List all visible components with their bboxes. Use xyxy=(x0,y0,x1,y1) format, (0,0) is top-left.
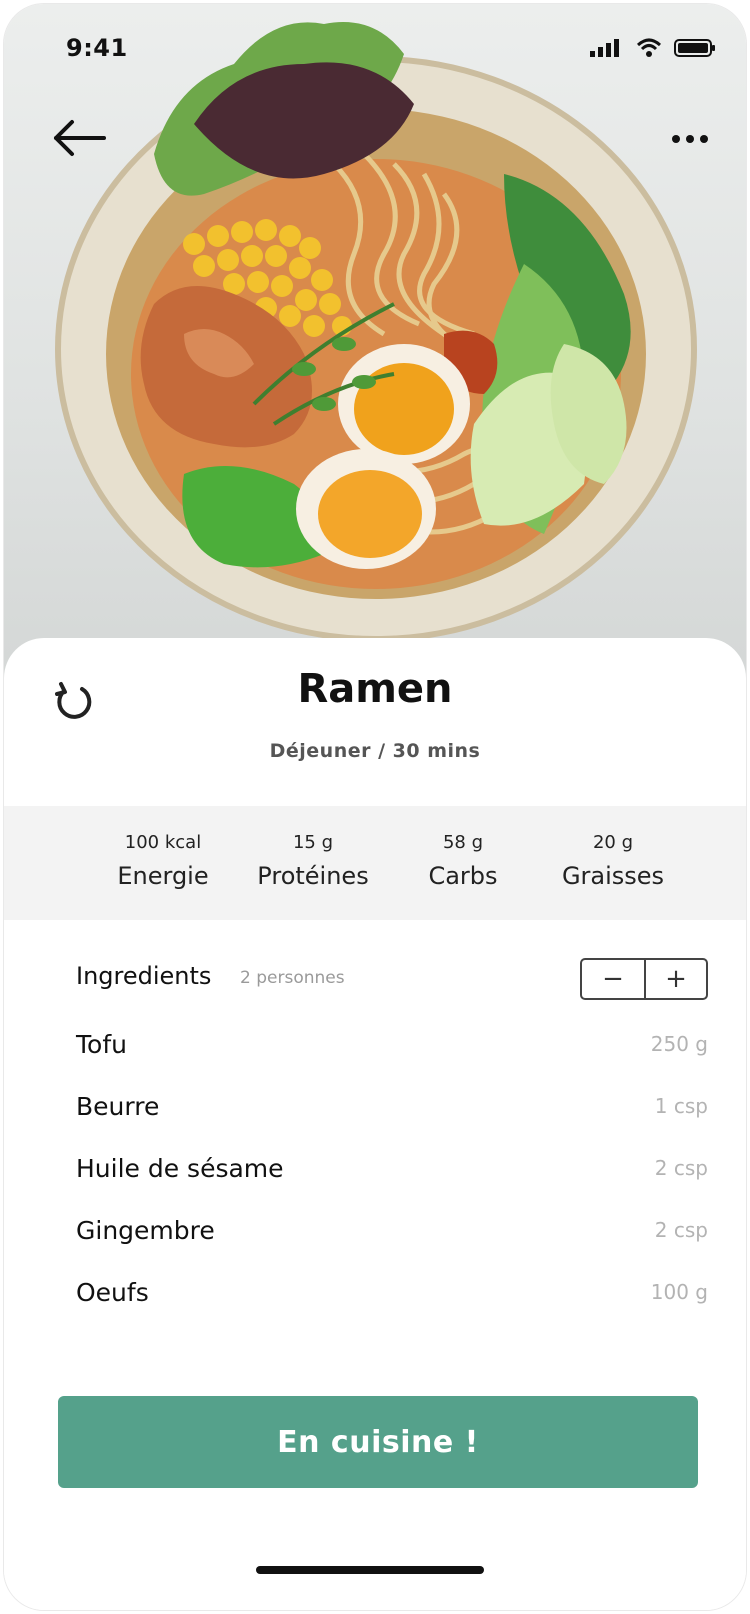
phone-screen: 9:41 Ramen Déjeuner / 30 mins 100 kcal E… xyxy=(4,4,746,1610)
nutrition-label: Graisses xyxy=(561,862,665,890)
back-button[interactable] xyxy=(48,116,108,160)
nutrition-label: Energie xyxy=(117,862,209,890)
ingredient-name: Huile de sésame xyxy=(76,1154,284,1183)
status-icons xyxy=(588,38,716,58)
nutrition-value: 15 g xyxy=(292,832,334,853)
nutrition-label: Protéines xyxy=(257,862,369,890)
more-horizontal-icon xyxy=(672,135,708,143)
ingredient-quantity: 250 g xyxy=(650,1032,708,1056)
recipe-title: Ramen xyxy=(297,666,453,712)
battery-icon xyxy=(674,39,715,57)
nutrition-summary: 100 kcal Energie 15 g Protéines 58 g Car… xyxy=(4,806,746,920)
nutrition-value: 20 g xyxy=(592,832,634,853)
nutrition-item-carbs: 58 g Carbs xyxy=(388,830,538,890)
wifi-icon xyxy=(636,38,662,57)
increase-servings-button[interactable]: + xyxy=(644,960,706,998)
recipe-subtitle: Déjeuner / 30 mins xyxy=(269,740,481,762)
home-indicator[interactable] xyxy=(256,1566,484,1574)
ramen-bowl-illustration xyxy=(55,22,697,642)
nutrition-item-proteins: 15 g Protéines xyxy=(238,830,388,890)
ingredient-row: Tofu 250 g xyxy=(76,1020,716,1082)
ingredient-name: Beurre xyxy=(76,1092,160,1121)
more-options-button[interactable] xyxy=(662,122,718,156)
ingredient-name: Tofu xyxy=(76,1030,127,1059)
ingredients-header: Ingredients 2 personnes − + xyxy=(76,958,716,1004)
nutrition-label: Carbs xyxy=(428,862,498,890)
ingredient-name: Oeufs xyxy=(76,1278,149,1307)
nutrition-value: 58 g xyxy=(442,832,484,853)
nutrition-item-fats: 20 g Graisses xyxy=(538,830,688,890)
decrease-servings-button[interactable]: − xyxy=(582,960,644,998)
servings-count: 2 personnes xyxy=(240,968,345,988)
signal-icon xyxy=(590,39,619,57)
arrow-left-icon xyxy=(54,120,106,156)
ingredient-row: Gingembre 2 csp xyxy=(76,1206,716,1268)
ingredient-quantity: 1 csp xyxy=(654,1094,708,1118)
ingredient-quantity: 2 csp xyxy=(654,1218,708,1242)
recipe-detail-sheet: Ramen Déjeuner / 30 mins 100 kcal Energi… xyxy=(4,638,746,1610)
ingredient-name: Gingembre xyxy=(76,1216,215,1245)
ingredients-title: Ingredients xyxy=(76,962,212,990)
ingredient-quantity: 100 g xyxy=(650,1280,708,1304)
status-bar: 9:41 xyxy=(4,4,746,94)
servings-stepper: − + xyxy=(580,958,708,1000)
ingredient-row: Oeufs 100 g xyxy=(76,1268,716,1330)
ingredients-list: Tofu 250 g Beurre 1 csp Huile de sésame … xyxy=(76,1020,716,1330)
ingredient-row: Beurre 1 csp xyxy=(76,1082,716,1144)
nutrition-value: 100 kcal xyxy=(124,832,202,853)
ingredient-row: Huile de sésame 2 csp xyxy=(76,1144,716,1206)
nutrition-item-energy: 100 kcal Energie xyxy=(88,830,238,890)
recipe-hero-image xyxy=(4,4,746,684)
ingredient-quantity: 2 csp xyxy=(654,1156,708,1180)
status-time: 9:41 xyxy=(66,34,128,62)
start-cooking-button[interactable]: En cuisine ! xyxy=(58,1396,698,1488)
